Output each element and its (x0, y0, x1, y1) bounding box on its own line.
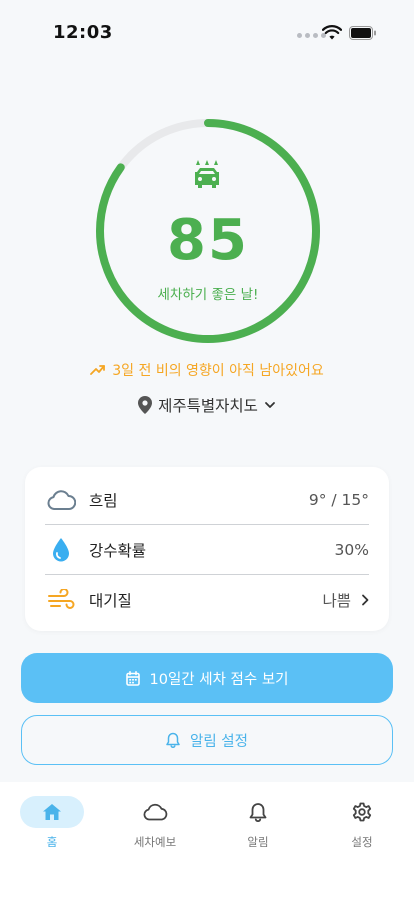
sky-label: 흐림 (89, 492, 118, 510)
tab-settings[interactable]: 설정 (317, 796, 407, 856)
tab-home[interactable]: 홈 (7, 796, 97, 856)
chevron-down-icon (265, 402, 275, 408)
alarm-settings-label: 알림 설정 (190, 733, 248, 750)
home-icon (43, 804, 61, 820)
tab-wash-forecast-label: 세차예보 (133, 835, 177, 849)
weather-summary-card: 흐림 9° / 15° 강수확률 30% 대기질 나쁨 (25, 467, 389, 631)
tab-home-label: 홈 (46, 835, 58, 849)
precipitation-value: 30% (334, 541, 369, 559)
alarm-settings-button[interactable]: 알림 설정 (21, 715, 393, 765)
calendar-icon (125, 670, 140, 686)
battery-icon (349, 26, 376, 40)
tab-wash-forecast[interactable]: 세차예보 (110, 796, 200, 856)
gear-icon (352, 802, 372, 822)
rain-influence-note: 3일 전 비의 영향이 아직 남아있어요 (0, 360, 414, 380)
location-selector[interactable]: 제주특별자치도 (0, 394, 414, 416)
bottom-tab-bar: 홈 세차예보 알림 설정 (0, 782, 414, 900)
car-wash-icon (195, 160, 219, 188)
air-quality-label: 대기질 (89, 592, 132, 610)
status-time: 12:03 (53, 22, 113, 43)
status-bar: 12:03 (0, 0, 414, 66)
tab-settings-label: 설정 (351, 835, 373, 849)
chevron-right-icon (361, 594, 369, 606)
location-name: 제주특별자치도 (158, 397, 258, 415)
ten-day-forecast-label: 10일간 세차 점수 보기 (149, 671, 289, 688)
ten-day-forecast-button[interactable]: 10일간 세차 점수 보기 (21, 653, 393, 703)
bell-icon (249, 803, 267, 822)
bell-icon (166, 732, 180, 748)
temperature-value: 9° / 15° (308, 491, 369, 509)
precipitation-label: 강수확률 (89, 542, 147, 560)
score-caption: 세차하기 좋은 날! (157, 287, 259, 303)
cloud-icon (143, 803, 168, 821)
precipitation-row: 강수확률 30% (45, 525, 369, 575)
tab-alarm[interactable]: 알림 (213, 796, 303, 856)
sky-row: 흐림 9° / 15° (45, 475, 369, 525)
air-quality-value: 나쁨 (322, 592, 351, 610)
air-quality-row[interactable]: 대기질 나쁨 (45, 575, 369, 625)
tab-alarm-label: 알림 (247, 835, 269, 849)
wash-score-gauge: 85 세차하기 좋은 날! (93, 116, 323, 346)
cloud-icon (45, 484, 77, 516)
location-pin-icon (138, 396, 153, 414)
rain-note-text: 3일 전 비의 영향이 아직 남아있어요 (112, 363, 324, 379)
water-drop-icon (45, 534, 77, 566)
wind-icon (45, 584, 77, 616)
score-value: 85 (167, 208, 249, 273)
trend-up-icon (90, 365, 106, 375)
wifi-icon (322, 25, 342, 40)
